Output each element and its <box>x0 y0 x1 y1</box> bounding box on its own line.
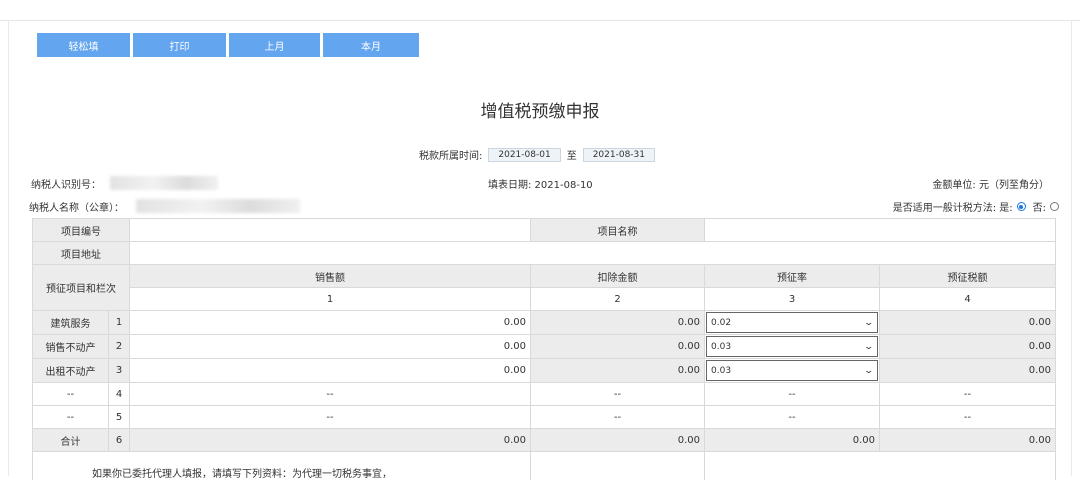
row-name: -- <box>32 382 109 406</box>
table-row: -- 4 -- -- -- -- <box>32 382 1056 406</box>
page-title: 增值税预缴申报 <box>480 102 600 122</box>
toolbar: 轻松填 打印 上月 本月 <box>37 33 422 57</box>
col-header-rate: 预征率 <box>704 264 880 288</box>
project-no-input[interactable] <box>129 218 531 242</box>
row-no: 3 <box>108 358 130 383</box>
table-row: 预征项目和栏次 销售额 扣除金额 预征率 预征税额 <box>32 264 1056 311</box>
project-name-input[interactable] <box>704 218 1056 242</box>
fill-date: 填表日期: 2021-08-10 <box>488 180 593 191</box>
item-header: 预征项目和栏次 <box>32 264 130 311</box>
total-label: 合计 <box>32 428 109 452</box>
project-name-label: 项目名称 <box>530 218 705 242</box>
table-row: 1 2 3 4 <box>33 287 1056 311</box>
period-end-input[interactable]: 2021-08-31 <box>582 147 655 162</box>
table-row: 合计 6 0.00 0.00 0.00 0.00 <box>32 428 1056 452</box>
table-row: -- 5 -- -- -- -- <box>32 405 1056 429</box>
previous-month-button[interactable]: 上月 <box>229 33 320 57</box>
deduction-value: -- <box>530 405 705 429</box>
rate-select[interactable]: 0.02 ⌄ <box>704 310 880 335</box>
method-no-radio[interactable] <box>1050 202 1059 211</box>
tax-period: 税款所属时间: 2021-08-01 至 2021-08-31 <box>0 147 1080 162</box>
taxpayer-id-redacted <box>110 176 218 190</box>
row-no: 6 <box>108 428 130 452</box>
project-address-label: 项目地址 <box>32 241 130 265</box>
tax-period-label: 税款所属时间: <box>419 151 483 162</box>
amount-unit: 金额单位: 元（列至角分） <box>932 180 1049 191</box>
method-no-label: 否: <box>1032 203 1046 214</box>
table-row: 项目地址 <box>32 241 1056 265</box>
col-num: 1 <box>129 287 531 311</box>
rate-value: -- <box>704 405 880 429</box>
declaration-table: 项目编号 项目名称 项目地址 预征项目和栏次 销售额 扣除金额 预征率 预征税额… <box>32 218 1056 480</box>
total-deduction: 0.00 <box>530 428 705 452</box>
table-row: 如果你已委托代理人填报，请填写下列资料：为代理一切税务事宜， <box>32 451 1056 480</box>
deduction-value: 0.00 <box>530 334 705 359</box>
agent-cell <box>530 451 705 480</box>
row-no: 5 <box>108 405 130 429</box>
table-row: 出租不动产 3 0.00 0.00 0.03 ⌄ 0.00 <box>32 358 1056 383</box>
rate-value: 0.03 <box>711 341 732 352</box>
taxpayer-name-label: 纳税人名称（公章）： <box>29 203 124 214</box>
project-no-label: 项目编号 <box>32 218 130 242</box>
rate-select[interactable]: 0.03 ⌄ <box>704 334 880 359</box>
agent-note-cell: 如果你已委托代理人填报，请填写下列资料：为代理一切税务事宜， <box>32 451 531 480</box>
row-name: -- <box>32 405 109 429</box>
chevron-down-icon: ⌄ <box>863 365 875 376</box>
agent-note: 如果你已委托代理人填报，请填写下列资料：为代理一切税务事宜， <box>92 468 392 480</box>
row-name: 销售不动产 <box>32 334 109 359</box>
print-button[interactable]: 打印 <box>133 33 226 57</box>
sales-value: -- <box>129 405 531 429</box>
col-num: 3 <box>704 287 880 311</box>
current-month-button[interactable]: 本月 <box>323 33 419 57</box>
rate-value: 0.02 <box>711 317 732 328</box>
rate-value: 0.03 <box>711 365 732 376</box>
agent-cell <box>704 451 1056 480</box>
tax-value: 0.00 <box>879 334 1056 359</box>
col-num: 4 <box>879 287 1056 311</box>
table-row: 销售不动产 2 0.00 0.00 0.03 ⌄ 0.00 <box>32 334 1056 359</box>
tax-method-label: 是否适用一般计税方法: 是: <box>892 203 1013 214</box>
table-row: 建筑服务 1 0.00 0.00 0.02 ⌄ 0.00 <box>32 310 1056 335</box>
chevron-down-icon: ⌄ <box>863 341 875 352</box>
sales-input[interactable]: 0.00 <box>129 358 531 383</box>
table-row: 项目编号 项目名称 <box>32 218 1056 242</box>
taxpayer-name-redacted <box>136 199 300 213</box>
tax-value: 0.00 <box>879 358 1056 383</box>
col-header-sales: 销售额 <box>129 264 531 288</box>
taxpayer-id-label: 纳税人识别号： <box>31 180 101 191</box>
sales-input[interactable]: 0.00 <box>129 310 531 335</box>
period-start-input[interactable]: 2021-08-01 <box>488 147 561 162</box>
tax-value: 0.00 <box>879 310 1056 335</box>
col-num: 2 <box>530 287 705 311</box>
col-header-deduction: 扣除金额 <box>530 264 705 288</box>
sales-input[interactable]: 0.00 <box>129 334 531 359</box>
rate-select[interactable]: 0.03 ⌄ <box>704 358 880 383</box>
sales-value: -- <box>129 382 531 406</box>
col-header-tax: 预征税额 <box>879 264 1056 288</box>
row-no: 4 <box>108 382 130 406</box>
row-name: 出租不动产 <box>32 358 109 383</box>
total-rate: 0.00 <box>704 428 880 452</box>
total-tax: 0.00 <box>879 428 1056 452</box>
tax-value: -- <box>879 405 1056 429</box>
row-no: 1 <box>108 310 130 335</box>
period-separator: 至 <box>566 151 577 162</box>
total-sales: 0.00 <box>129 428 531 452</box>
easy-fill-button[interactable]: 轻松填 <box>37 33 130 57</box>
tax-value: -- <box>879 382 1056 406</box>
deduction-value: 0.00 <box>530 358 705 383</box>
chevron-down-icon: ⌄ <box>863 317 875 328</box>
deduction-value: -- <box>530 382 705 406</box>
row-no: 2 <box>108 334 130 359</box>
project-address-input[interactable] <box>129 241 1056 265</box>
method-yes-radio[interactable] <box>1016 202 1026 211</box>
rate-value: -- <box>704 382 880 406</box>
tax-method-choice: 是否适用一般计税方法: 是: 否: <box>893 199 1062 214</box>
deduction-value: 0.00 <box>530 310 705 335</box>
row-name: 建筑服务 <box>32 310 109 335</box>
